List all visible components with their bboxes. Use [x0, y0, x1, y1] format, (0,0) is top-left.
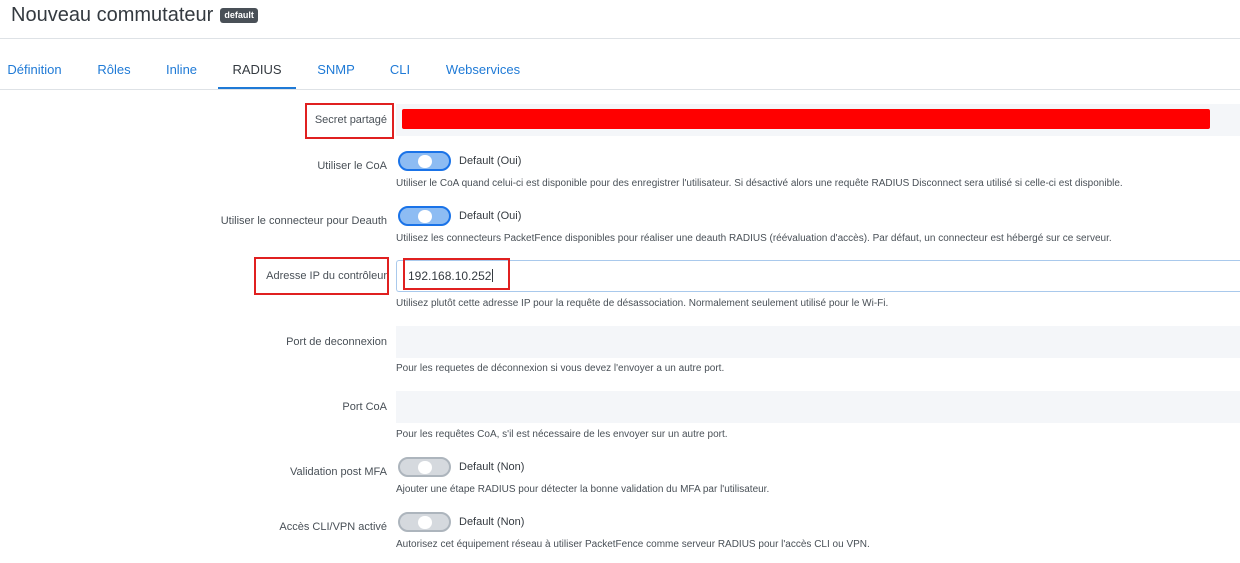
- deauth-label: Utiliser le connecteur pour Deauth: [220, 215, 387, 227]
- tab-roles[interactable]: Rôles: [90, 52, 138, 88]
- mfa-toggle-knob: [418, 461, 432, 474]
- tab-definition[interactable]: Définition: [0, 52, 69, 88]
- coa-port-label: Port CoA: [342, 401, 387, 413]
- coa-help: Utiliser le CoA quand celui-ci est dispo…: [396, 178, 1123, 189]
- disconnect-port-input[interactable]: [396, 326, 1240, 358]
- tab-webservices[interactable]: Webservices: [438, 52, 528, 88]
- coa-state: Default (Oui): [459, 155, 522, 167]
- coa-label: Utiliser le CoA: [317, 160, 387, 172]
- tab-snmp[interactable]: SNMP: [309, 52, 363, 88]
- mfa-toggle[interactable]: [398, 457, 451, 477]
- mfa-help: Ajouter une étape RADIUS pour détecter l…: [396, 484, 770, 495]
- coa-toggle-knob: [418, 155, 432, 168]
- deauth-toggle-knob: [418, 210, 432, 223]
- controller-ip-label: Adresse IP du contrôleur: [266, 270, 387, 282]
- page-title-text: Nouveau commutateur: [11, 4, 214, 26]
- tab-bar: Définition Rôles Inline RADIUS SNMP CLI …: [0, 52, 1240, 90]
- cli-vpn-label: Accès CLI/VPN activé: [279, 521, 387, 533]
- deauth-state: Default (Oui): [459, 210, 522, 222]
- disconnect-port-label: Port de deconnexion: [286, 336, 387, 348]
- page-title: Nouveau commutateur default: [11, 4, 258, 27]
- controller-ip-help: Utilisez plutôt cette adresse IP pour la…: [396, 298, 889, 309]
- disconnect-port-help: Pour les requetes de déconnexion si vous…: [396, 363, 725, 374]
- cli-vpn-toggle[interactable]: [398, 512, 451, 532]
- cli-vpn-toggle-knob: [418, 516, 432, 529]
- tab-inline[interactable]: Inline: [158, 52, 205, 88]
- secret-label: Secret partagé: [314, 114, 387, 126]
- default-badge: default: [220, 8, 258, 23]
- tab-radius[interactable]: RADIUS: [218, 52, 296, 89]
- controller-ip-input[interactable]: 192.168.10.252: [396, 260, 1240, 292]
- deauth-help: Utilisez les connecteurs PacketFence dis…: [396, 233, 1112, 244]
- coa-port-input[interactable]: [396, 391, 1240, 423]
- coa-port-help: Pour les requêtes CoA, s'il est nécessai…: [396, 429, 728, 440]
- secret-redaction: [402, 109, 1210, 129]
- controller-ip-value-highlight: [403, 258, 510, 290]
- tab-cli[interactable]: CLI: [382, 52, 418, 88]
- coa-toggle[interactable]: [398, 151, 451, 171]
- mfa-label: Validation post MFA: [289, 466, 387, 478]
- cli-vpn-state: Default (Non): [459, 516, 525, 528]
- mfa-state: Default (Non): [459, 461, 525, 473]
- deauth-toggle[interactable]: [398, 206, 451, 226]
- cli-vpn-help: Autorisez cet équipement réseau à utilis…: [396, 539, 870, 550]
- page-header: Nouveau commutateur default: [0, 0, 1240, 39]
